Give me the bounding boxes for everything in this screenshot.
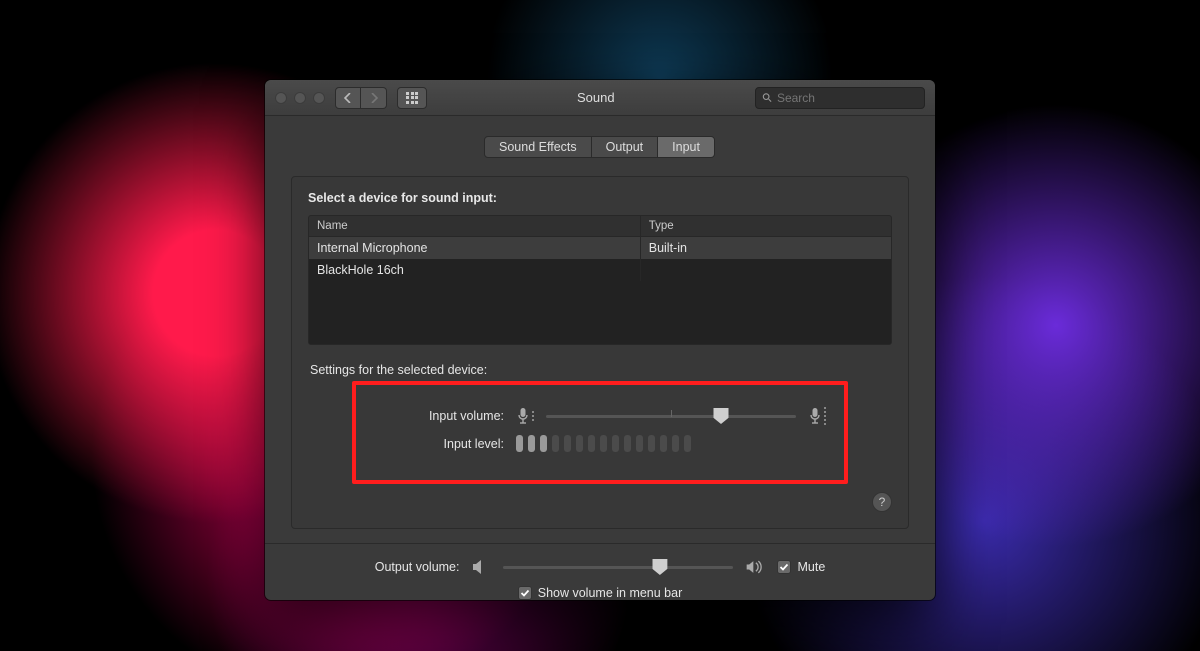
search-field[interactable] bbox=[755, 87, 925, 109]
search-input[interactable] bbox=[777, 91, 918, 105]
help-button[interactable]: ? bbox=[872, 492, 892, 512]
device-name: BlackHole 16ch bbox=[309, 259, 641, 281]
select-device-heading: Select a device for sound input: bbox=[308, 191, 892, 205]
search-icon bbox=[762, 92, 772, 103]
forward-button[interactable] bbox=[361, 87, 387, 109]
tab-sound-effects[interactable]: Sound Effects bbox=[484, 136, 592, 158]
zoom-icon[interactable] bbox=[313, 92, 325, 104]
mute-label: Mute bbox=[797, 560, 825, 574]
microphone-max-icon bbox=[808, 407, 822, 425]
table-row[interactable]: BlackHole 16ch bbox=[309, 259, 891, 281]
input-volume-label: Input volume: bbox=[374, 409, 504, 423]
annotation-highlight: Input volume: I bbox=[352, 381, 848, 484]
checkbox-icon bbox=[518, 586, 532, 600]
show-volume-menubar-checkbox[interactable]: Show volume in menu bar bbox=[518, 586, 683, 600]
mute-checkbox[interactable]: Mute bbox=[777, 560, 825, 574]
input-level-meter bbox=[516, 435, 691, 452]
tab-input[interactable]: Input bbox=[657, 136, 715, 158]
column-header-type[interactable]: Type bbox=[641, 216, 891, 236]
window-title: Sound bbox=[577, 90, 615, 105]
input-volume-slider[interactable] bbox=[546, 407, 796, 425]
tab-output[interactable]: Output bbox=[591, 136, 659, 158]
close-icon[interactable] bbox=[275, 92, 287, 104]
output-volume-label: Output volume: bbox=[375, 560, 460, 574]
microphone-min-icon bbox=[516, 407, 530, 425]
menubar-label: Show volume in menu bar bbox=[538, 586, 683, 600]
speaker-max-icon bbox=[745, 558, 765, 576]
input-panel: Select a device for sound input: Name Ty… bbox=[291, 176, 909, 529]
table-row[interactable]: Internal Microphone Built-in bbox=[309, 237, 891, 259]
speaker-min-icon bbox=[471, 558, 491, 576]
nav-back-forward bbox=[335, 87, 387, 109]
divider bbox=[265, 543, 935, 544]
titlebar: Sound bbox=[265, 80, 935, 116]
settings-heading: Settings for the selected device: bbox=[310, 363, 892, 377]
sound-preferences-window: Sound Sound Effects Output Input Select … bbox=[265, 80, 935, 600]
back-button[interactable] bbox=[335, 87, 361, 109]
input-level-label: Input level: bbox=[374, 437, 504, 451]
minimize-icon[interactable] bbox=[294, 92, 306, 104]
tabs: Sound Effects Output Input bbox=[291, 136, 909, 158]
output-volume-slider[interactable] bbox=[503, 558, 733, 576]
show-all-button[interactable] bbox=[397, 87, 427, 109]
device-name: Internal Microphone bbox=[309, 237, 641, 259]
column-header-name[interactable]: Name bbox=[309, 216, 641, 236]
window-controls bbox=[275, 92, 325, 104]
device-type bbox=[641, 259, 891, 281]
device-type: Built-in bbox=[641, 237, 891, 259]
device-table: Name Type Internal Microphone Built-in B… bbox=[308, 215, 892, 345]
grid-icon bbox=[406, 92, 418, 104]
checkbox-icon bbox=[777, 560, 791, 574]
